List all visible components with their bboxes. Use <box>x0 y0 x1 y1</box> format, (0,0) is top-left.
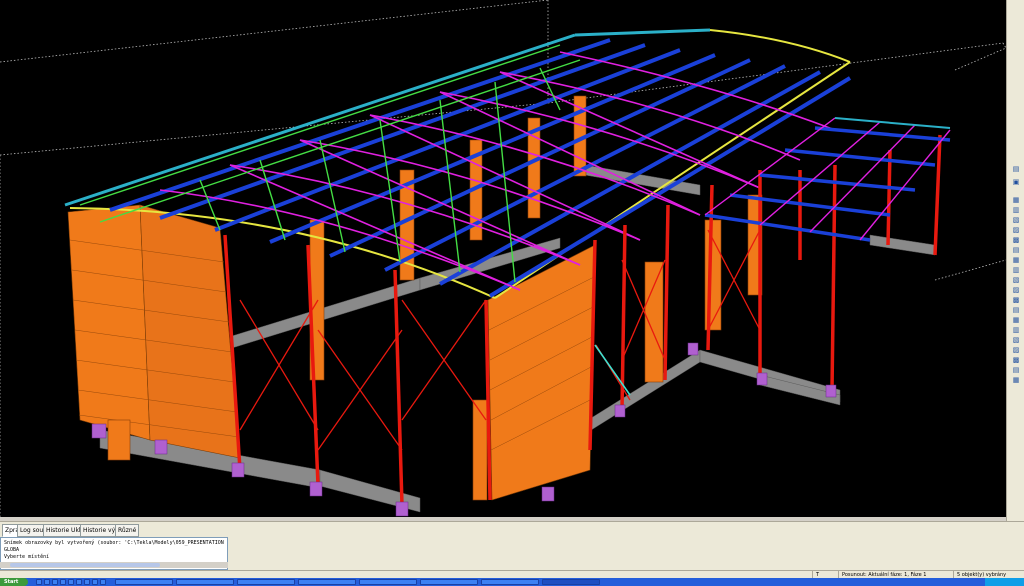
snap-icon[interactable]: ▧ <box>1010 336 1022 345</box>
system-tray[interactable] <box>985 578 1024 586</box>
line-icon[interactable]: ▩ <box>1010 236 1022 245</box>
snap-icon[interactable]: ▣ <box>1010 178 1022 187</box>
log-line: Snímek obrazovky byl vytvořený (soubor: … <box>4 540 224 553</box>
align-icon[interactable]: ▤ <box>1010 165 1022 174</box>
log-line: Vyberte místění <box>4 554 50 560</box>
plane-icon[interactable]: ▦ <box>1010 256 1022 265</box>
snap-icon[interactable]: ▩ <box>1010 356 1022 365</box>
point-icon[interactable]: ▥ <box>1010 206 1022 215</box>
quick-launch-icon[interactable] <box>92 579 98 585</box>
taskbar-window-button[interactable] <box>298 579 356 585</box>
taskbar-window-button[interactable] <box>359 579 417 585</box>
quick-launch-icon[interactable] <box>44 579 50 585</box>
steel-structure-model[interactable] <box>0 0 1006 521</box>
quick-launch-icon[interactable] <box>68 579 74 585</box>
grid-icon[interactable]: ▦ <box>1010 196 1022 205</box>
output-tabs: Zprávy Log soubor Historie Ukládání Hist… <box>0 521 1024 537</box>
snap-icon[interactable]: ▦ <box>1010 376 1022 385</box>
side-toolbar: ▤ ▣ ▦ ▥ ▧ ▨ ▩ ▤ ▦ ▥ ▧ ▨ ▩ ▤ ▦ ▥ ▧ ▨ ▩ ▤ … <box>1006 0 1024 521</box>
snap-icon[interactable]: ▦ <box>1010 316 1022 325</box>
quick-launch-icon[interactable] <box>60 579 66 585</box>
taskbar-window-button[interactable] <box>481 579 539 585</box>
scroll-thumb[interactable] <box>10 563 160 567</box>
quick-launch-icon[interactable] <box>84 579 90 585</box>
taskbar-window-button[interactable] <box>115 579 173 585</box>
snap-icon[interactable]: ▨ <box>1010 286 1022 295</box>
log-horizontal-scrollbar[interactable] <box>0 562 228 568</box>
point-icon[interactable]: ▧ <box>1010 216 1022 225</box>
quick-launch-icon[interactable] <box>36 579 42 585</box>
gable-cladding-left <box>67 204 241 459</box>
taskbar-window-button[interactable] <box>542 579 600 585</box>
taskbar-window-button[interactable] <box>176 579 234 585</box>
quick-launch-icon[interactable] <box>76 579 82 585</box>
start-button[interactable]: Start <box>0 578 28 586</box>
snap-icon[interactable]: ▥ <box>1010 266 1022 275</box>
snap-icon[interactable]: ▤ <box>1010 366 1022 375</box>
panel-background <box>228 537 1024 570</box>
snap-icon[interactable]: ▩ <box>1010 296 1022 305</box>
snap-icon[interactable]: ▨ <box>1010 346 1022 355</box>
tab-misc[interactable]: Různé <box>115 524 140 537</box>
snap-icon[interactable]: ▧ <box>1010 276 1022 285</box>
quick-launch-icon[interactable] <box>100 579 106 585</box>
snap-icon[interactable]: ▤ <box>1010 306 1022 315</box>
windows-taskbar: Start <box>0 578 1024 586</box>
status-bar: T Posunout: Aktuální fáze: 1, Fáze 1 5 o… <box>0 570 1024 579</box>
taskbar-window-button[interactable] <box>420 579 478 585</box>
plane-icon[interactable]: ▤ <box>1010 246 1022 255</box>
snap-icon[interactable]: ▥ <box>1010 326 1022 335</box>
line-icon[interactable]: ▨ <box>1010 226 1022 235</box>
taskbar-window-button[interactable] <box>237 579 295 585</box>
quick-launch-icon[interactable] <box>52 579 58 585</box>
model-viewport[interactable] <box>0 0 1006 521</box>
